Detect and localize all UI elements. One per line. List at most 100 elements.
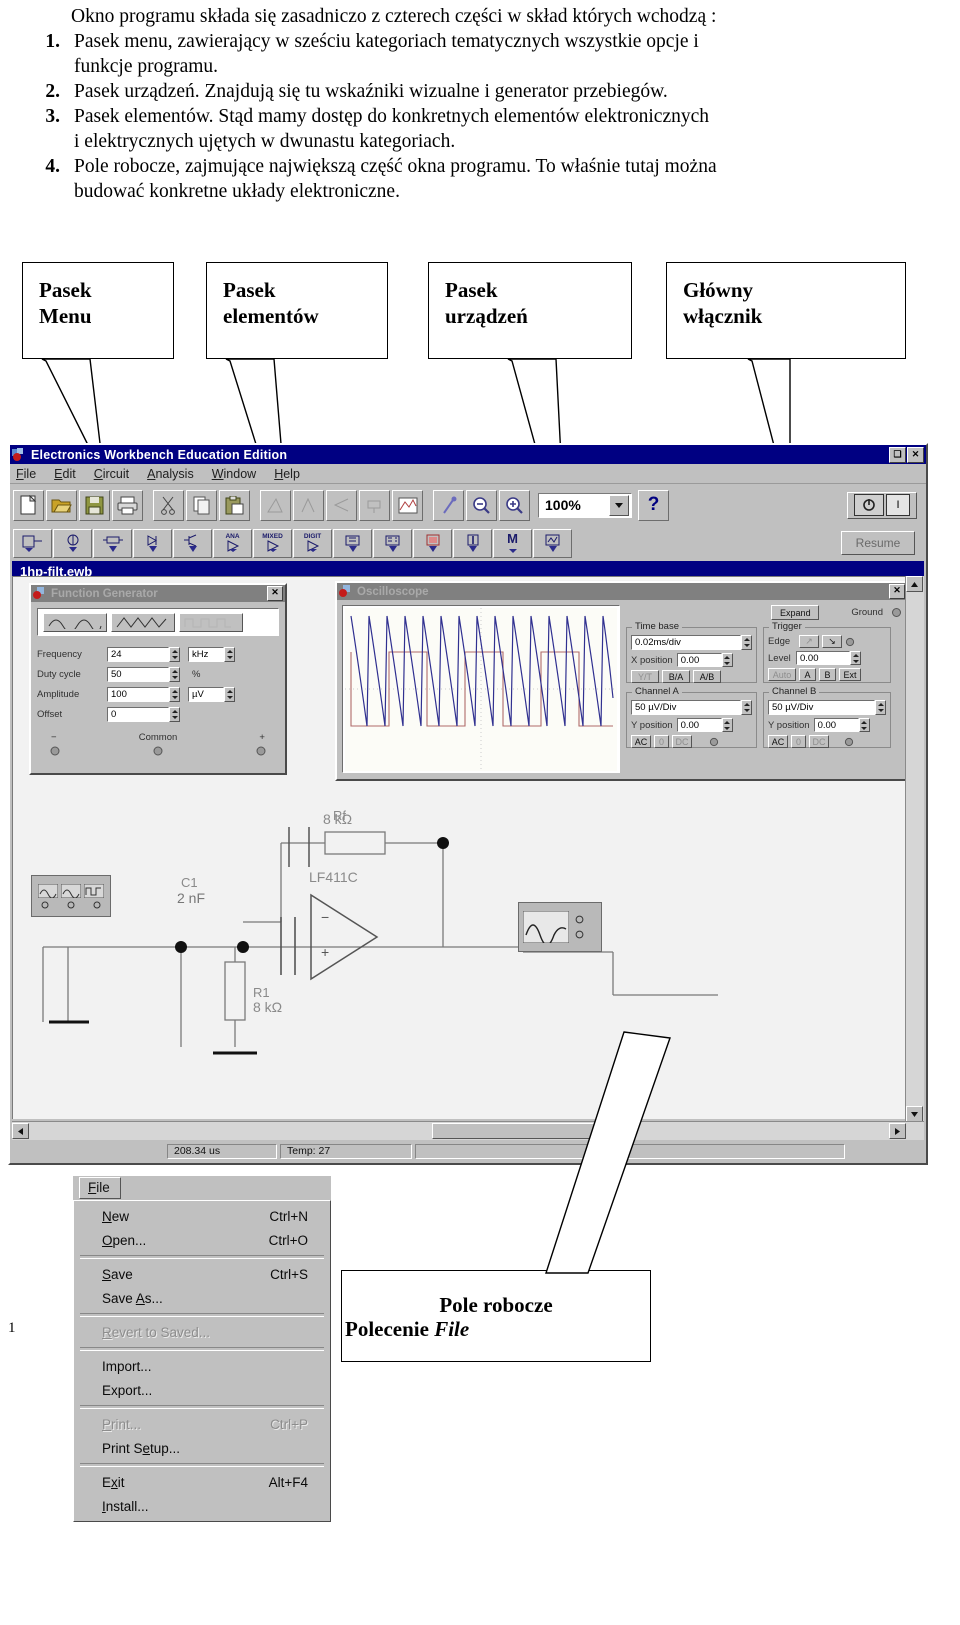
trigger-a-button[interactable]: A bbox=[799, 668, 816, 681]
trigger-b-button[interactable]: B bbox=[819, 668, 836, 681]
menu-analysis[interactable]: Analysis bbox=[147, 467, 194, 481]
waveform-selector[interactable] bbox=[37, 608, 279, 636]
restore-button[interactable]: ❑ bbox=[889, 446, 906, 463]
mode-ab-button[interactable]: A/B bbox=[693, 670, 721, 683]
flip-horizontal-icon[interactable] bbox=[293, 489, 324, 521]
horizontal-scrollbar[interactable] bbox=[12, 1121, 924, 1140]
menu-item-export[interactable]: Export... bbox=[74, 1378, 330, 1402]
menu-item-import[interactable]: Import... bbox=[74, 1354, 330, 1378]
level-stepper[interactable] bbox=[850, 651, 861, 665]
component-properties-icon[interactable] bbox=[433, 489, 464, 521]
duty-cycle-stepper[interactable] bbox=[169, 667, 180, 682]
mode-ba-button[interactable]: B/A bbox=[662, 670, 690, 683]
oscilloscope-screen[interactable] bbox=[342, 605, 620, 773]
amplitude-unit[interactable]: µV bbox=[188, 687, 224, 702]
basic-icon[interactable] bbox=[93, 528, 132, 558]
function-generator-panel[interactable]: Function Generator ✕ Frequency 24 kHz Du… bbox=[29, 583, 287, 775]
instruments-icon[interactable] bbox=[533, 528, 572, 558]
channel-a-y-position-input[interactable]: 0.00 bbox=[676, 718, 722, 732]
x-position-input[interactable]: 0.00 bbox=[676, 653, 722, 667]
function-generator-title-bar[interactable]: Function Generator ✕ bbox=[31, 585, 285, 602]
main-power-switch[interactable]: I bbox=[847, 491, 917, 519]
copy-icon[interactable] bbox=[186, 489, 217, 521]
sources-icon[interactable] bbox=[53, 528, 92, 558]
terminals-jacks[interactable] bbox=[37, 745, 279, 757]
analog-ics-icon[interactable]: ANA bbox=[213, 528, 252, 558]
digital-components-icon[interactable] bbox=[373, 528, 412, 558]
channel-a-ac-button[interactable]: AC bbox=[631, 735, 651, 748]
expand-button[interactable]: Expand bbox=[771, 605, 820, 620]
cut-scissors-icon[interactable] bbox=[153, 489, 184, 521]
diodes-icon[interactable] bbox=[133, 528, 172, 558]
time-base-input[interactable]: 0.02ms/div bbox=[631, 635, 741, 650]
chevron-down-icon[interactable] bbox=[609, 494, 629, 516]
channel-b-zero-button[interactable]: 0 bbox=[791, 735, 806, 748]
scroll-left-arrow-icon[interactable] bbox=[12, 1123, 29, 1139]
zoom-out-icon[interactable] bbox=[466, 489, 497, 521]
workspace-canvas[interactable]: Rf C1 R1 LF411C − + 8 kΩ 2 nF 8 kΩ Funct… bbox=[12, 576, 924, 1119]
menu-window[interactable]: Window bbox=[212, 467, 256, 481]
display-graphs-icon[interactable] bbox=[392, 489, 423, 521]
file-menu-title[interactable]: File bbox=[79, 1177, 121, 1199]
offset-input[interactable]: 0 bbox=[107, 707, 169, 722]
triangle-wave-button[interactable] bbox=[111, 612, 175, 632]
power-off-icon[interactable] bbox=[854, 494, 884, 516]
miscellaneous-icon[interactable]: M bbox=[493, 528, 532, 558]
resume-button[interactable]: Resume bbox=[841, 531, 915, 555]
menu-file[interactable]: File bbox=[16, 467, 36, 481]
menu-item-save-as[interactable]: Save As... bbox=[74, 1286, 330, 1310]
channel-a-y-position-stepper[interactable] bbox=[721, 718, 733, 732]
function-generator-symbol[interactable] bbox=[31, 875, 111, 917]
zoom-level-select[interactable]: 100% bbox=[538, 492, 632, 518]
oscilloscope-title-bar[interactable]: Oscilloscope ✕ bbox=[337, 583, 907, 600]
flip-vertical-icon[interactable] bbox=[326, 489, 357, 521]
channel-b-scale-input[interactable]: 50 µV/Div bbox=[768, 700, 875, 715]
frequency-unit-stepper[interactable] bbox=[224, 647, 235, 662]
duty-cycle-input[interactable]: 50 bbox=[107, 667, 169, 682]
transistors-icon[interactable] bbox=[173, 528, 212, 558]
digital-ics-icon[interactable]: DIGIT bbox=[293, 528, 332, 558]
sine-wave-button[interactable] bbox=[43, 612, 107, 632]
indicators-icon[interactable] bbox=[413, 528, 452, 558]
rotate-icon[interactable] bbox=[260, 489, 291, 521]
paste-icon[interactable] bbox=[219, 489, 250, 521]
square-wave-button[interactable] bbox=[179, 612, 243, 632]
horizontal-scroll-thumb[interactable] bbox=[432, 1123, 602, 1139]
channel-a-dc-button[interactable]: DC bbox=[672, 735, 692, 748]
new-file-icon[interactable] bbox=[13, 489, 44, 521]
frequency-unit[interactable]: kHz bbox=[188, 647, 224, 662]
frequency-input[interactable]: 24 bbox=[107, 647, 169, 662]
edge-rising-button[interactable]: ↗ bbox=[799, 635, 819, 648]
zoom-in-icon[interactable] bbox=[499, 489, 530, 521]
offset-stepper[interactable] bbox=[169, 707, 180, 722]
menu-help[interactable]: Help bbox=[274, 467, 300, 481]
scroll-right-arrow-icon[interactable] bbox=[889, 1123, 906, 1139]
x-position-stepper[interactable] bbox=[721, 653, 733, 667]
create-subcircuit-icon[interactable] bbox=[359, 489, 390, 521]
trigger-auto-button[interactable]: Auto bbox=[768, 668, 796, 681]
menu-edit[interactable]: Edit bbox=[54, 467, 76, 481]
amplitude-stepper[interactable] bbox=[169, 687, 180, 702]
scroll-down-arrow-icon[interactable] bbox=[906, 1106, 923, 1122]
level-input[interactable]: 0.00 bbox=[796, 651, 850, 665]
channel-b-scale-stepper[interactable] bbox=[875, 700, 886, 715]
mode-yt-button[interactable]: Y/T bbox=[631, 670, 659, 683]
print-icon[interactable] bbox=[112, 489, 143, 521]
controls-icon[interactable] bbox=[453, 528, 492, 558]
amplitude-unit-stepper[interactable] bbox=[224, 687, 235, 702]
channel-a-zero-button[interactable]: 0 bbox=[654, 735, 669, 748]
menu-item-install[interactable]: Install... bbox=[74, 1494, 330, 1518]
menu-item-print-setup[interactable]: Print Setup... bbox=[74, 1436, 330, 1460]
channel-b-ac-button[interactable]: AC bbox=[768, 735, 788, 748]
close-button[interactable]: ✕ bbox=[907, 446, 924, 463]
logic-gates-icon[interactable] bbox=[333, 528, 372, 558]
close-icon[interactable]: ✕ bbox=[267, 586, 283, 601]
favorites-bin-icon[interactable] bbox=[13, 528, 52, 558]
vertical-scrollbar[interactable] bbox=[905, 576, 924, 1122]
help-button[interactable]: ? bbox=[638, 489, 669, 521]
scroll-up-arrow-icon[interactable] bbox=[906, 576, 923, 592]
trigger-ext-button[interactable]: Ext bbox=[839, 668, 861, 681]
oscilloscope-symbol[interactable] bbox=[518, 902, 602, 952]
amplitude-input[interactable]: 100 bbox=[107, 687, 169, 702]
menu-item-new[interactable]: New Ctrl+N bbox=[74, 1204, 330, 1228]
